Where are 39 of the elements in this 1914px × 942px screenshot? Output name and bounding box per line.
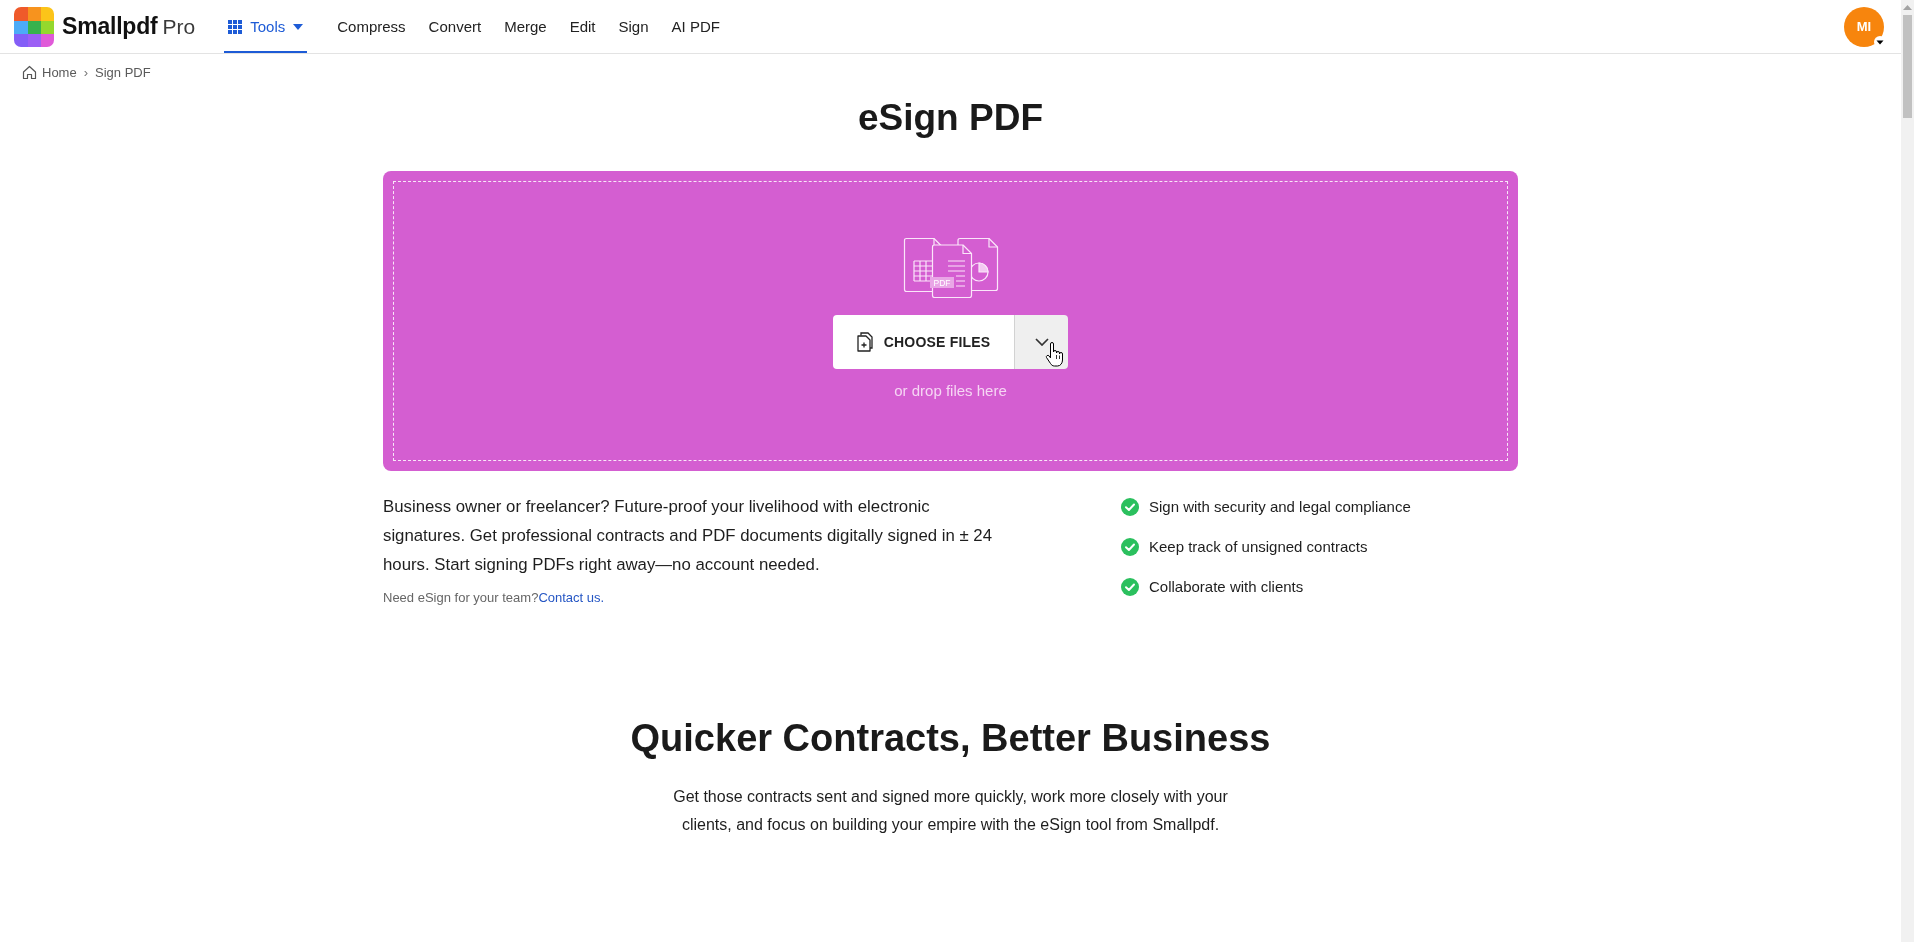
- breadcrumb-current: Sign PDF: [95, 64, 151, 80]
- team-note: Need eSign for your team?: [383, 590, 539, 605]
- feature-text: Collaborate with clients: [1149, 578, 1304, 595]
- brand-name: Smallpdf: [62, 13, 158, 40]
- nav-link[interactable]: Edit: [569, 0, 596, 53]
- contact-link[interactable]: Contact us.: [538, 590, 605, 605]
- dropdown-caret-icon: [1874, 35, 1886, 48]
- home-icon: [22, 64, 37, 80]
- breadcrumb-home-link[interactable]: Home: [22, 64, 77, 80]
- breadcrumb-separator: ›: [83, 64, 89, 80]
- feature-text: Keep track of unsigned contracts: [1149, 538, 1368, 555]
- check-icon: [1121, 577, 1139, 596]
- scroll-up-arrow-icon[interactable]: [1903, 5, 1912, 10]
- hand-cursor-icon: [1045, 342, 1064, 367]
- nav-link[interactable]: Compress: [337, 0, 406, 53]
- file-drop-zone[interactable]: PDF CHOOSE FILES or drop files here: [383, 171, 1518, 471]
- check-icon: [1121, 537, 1139, 556]
- check-icon: [1121, 497, 1139, 516]
- nav-link[interactable]: AI PDF: [671, 0, 720, 53]
- plan-label: Pro: [162, 14, 196, 39]
- scrollbar-thumb[interactable]: [1903, 15, 1912, 118]
- section-text: Get those contracts sent and signed more quickly, work more closely with your clients, and focus on building your empire with the eSign tool from Smallpdf.: [672, 787, 1229, 835]
- nav-link[interactable]: Convert: [428, 0, 482, 53]
- grid-icon: [228, 19, 243, 34]
- pdf-label: PDF: [933, 277, 950, 288]
- more-options-button[interactable]: [1014, 315, 1068, 369]
- nav-link[interactable]: Merge: [504, 0, 547, 53]
- choose-files-button[interactable]: CHOOSE FILES: [833, 315, 1014, 369]
- page-title: eSign PDF: [857, 96, 1044, 140]
- drop-hint: or drop files here: [894, 381, 1007, 401]
- feature-text: Sign with security and legal compliance: [1149, 498, 1411, 515]
- logo-icon[interactable]: [14, 6, 54, 47]
- nav-link[interactable]: Sign: [618, 0, 649, 53]
- chevron-down-icon: [1034, 338, 1049, 346]
- section-heading: Quicker Contracts, Better Business: [629, 716, 1272, 761]
- caret-down-icon: [293, 23, 304, 30]
- description-text: Business owner or freelancer? Future-proof your livelihood with electronic signatures. Get professional contracts and PDF documents digitally signed in ± 24 hours. Start signing PDFs right away—no account needed.: [383, 496, 993, 576]
- tools-tab[interactable]: Tools: [224, 0, 308, 53]
- file-plus-icon: [856, 332, 873, 352]
